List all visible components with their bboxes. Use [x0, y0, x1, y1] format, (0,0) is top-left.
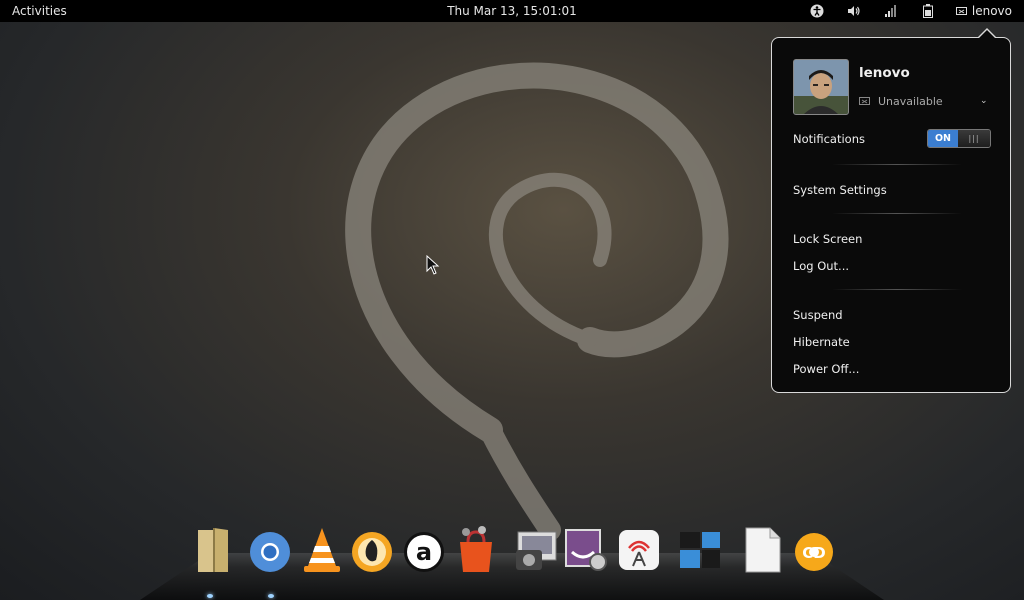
- toggle-on-label: ON: [928, 130, 958, 147]
- chevron-down-icon: ⌄: [980, 96, 988, 106]
- log-out-item[interactable]: Log Out...: [793, 259, 849, 273]
- system-settings-item[interactable]: System Settings: [793, 183, 887, 197]
- hibernate-item[interactable]: Hibernate: [793, 335, 850, 349]
- audio-player-icon[interactable]: [350, 526, 394, 574]
- running-indicator: [268, 594, 274, 598]
- toggle-knob: |||: [958, 130, 990, 147]
- vlc-icon[interactable]: [300, 526, 344, 574]
- status-label: Unavailable: [878, 95, 943, 108]
- status-selector[interactable]: Unavailable ⌄: [859, 95, 988, 108]
- debian-swirl-wallpaper: [345, 62, 729, 540]
- separator: [832, 213, 962, 214]
- menu-username: lenovo: [859, 65, 910, 81]
- separator: [832, 164, 962, 165]
- top-panel: Activities Thu Mar 13, 15:01:01 lenovo: [0, 0, 1024, 22]
- amazon-icon[interactable]: a: [402, 526, 446, 574]
- system-tray: lenovo: [792, 0, 1024, 22]
- svg-text:a: a: [416, 538, 432, 566]
- menu-arrow-inner: [979, 30, 995, 38]
- running-indicator: [207, 594, 213, 598]
- user-name-label: lenovo: [971, 4, 1012, 18]
- separator: [832, 289, 962, 290]
- suspend-item[interactable]: Suspend: [793, 308, 843, 322]
- battery-icon[interactable]: [916, 0, 940, 22]
- accessibility-icon[interactable]: [805, 0, 829, 22]
- clock-button[interactable]: Thu Mar 13, 15:01:01: [447, 4, 577, 18]
- chromium-icon[interactable]: [248, 526, 292, 574]
- screenshot-icon[interactable]: [514, 526, 558, 574]
- software-center-icon[interactable]: [454, 526, 498, 574]
- mouse-cursor-icon: [426, 255, 440, 275]
- network-signal-icon[interactable]: [879, 0, 903, 22]
- volume-icon[interactable]: [842, 0, 866, 22]
- text-document-icon[interactable]: [740, 526, 784, 574]
- disc-burner-icon[interactable]: CD: [792, 526, 836, 574]
- power-off-item[interactable]: Power Off...: [793, 362, 859, 376]
- avatar[interactable]: [793, 59, 849, 115]
- user-menu-popup: lenovo Unavailable ⌄ Notifications ON ||…: [771, 30, 1011, 393]
- workspace-switcher-icon[interactable]: [678, 526, 722, 574]
- lock-screen-item[interactable]: Lock Screen: [793, 232, 862, 246]
- user-menu-button[interactable]: lenovo: [955, 0, 1012, 22]
- svg-text:CD: CD: [802, 544, 825, 562]
- files-folder-icon[interactable]: [192, 526, 236, 574]
- network-broadcast-icon[interactable]: [617, 526, 661, 574]
- notifications-toggle[interactable]: ON |||: [927, 129, 991, 148]
- busy-status-icon: [859, 97, 870, 105]
- notifications-label: Notifications: [793, 132, 865, 146]
- activities-button[interactable]: Activities: [12, 4, 67, 18]
- image-viewer-icon[interactable]: [564, 526, 608, 574]
- user-status-icon: [955, 6, 967, 15]
